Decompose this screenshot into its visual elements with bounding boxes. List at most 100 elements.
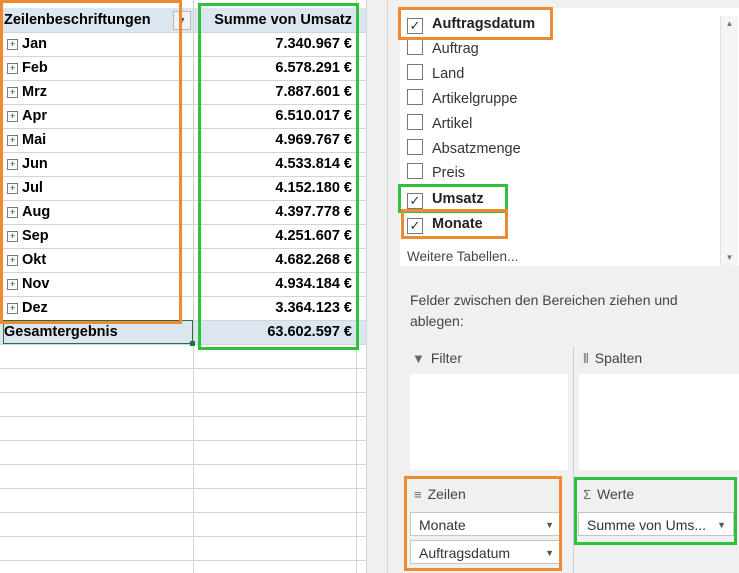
expand-plus-icon[interactable]: + (7, 87, 18, 98)
dropdown-arrow-icon: ▼ (177, 15, 187, 25)
field-item-label: Preis (432, 165, 466, 181)
rows-area-label: Zeilen (427, 486, 466, 502)
more-tables-link[interactable]: Weitere Tabellen... (407, 248, 518, 266)
filter-area-label: Filter (430, 350, 462, 366)
pivot-row-value[interactable]: 4.969.767 € (196, 128, 352, 152)
expand-plus-icon[interactable]: + (7, 135, 18, 146)
pivot-row-value[interactable]: 6.578.291 € (196, 56, 352, 80)
pivot-row-label[interactable]: + Jan (0, 32, 188, 56)
values-item-summe-umsatz[interactable]: Summe von Ums... ▼ (578, 512, 734, 536)
field-item-label: Land (432, 66, 465, 82)
checkbox-icon[interactable] (407, 139, 423, 155)
pivot-row-label[interactable]: + Nov (0, 272, 188, 296)
pivot-row-label[interactable]: + Okt (0, 248, 188, 272)
pivot-row-label[interactable]: + Jun (0, 152, 188, 176)
grid-row-line (0, 536, 366, 537)
rows-item-monate[interactable]: Monate ▼ (410, 512, 562, 536)
fill-handle[interactable] (190, 341, 195, 346)
pivot-row-label[interactable]: + Sep (0, 224, 188, 248)
pivot-row-label[interactable]: + Feb (0, 56, 188, 80)
pivot-row-value[interactable]: 4.533.814 € (196, 152, 352, 176)
expand-plus-icon[interactable]: + (7, 111, 18, 122)
row-labels-filter-button[interactable]: ▼ (173, 11, 191, 30)
checkbox-checked-icon[interactable]: ✓ (407, 193, 423, 209)
pivot-row-label[interactable]: + Mai (0, 128, 188, 152)
pivot-row-value[interactable]: 4.934.184 € (196, 272, 352, 296)
dropdown-arrow-icon[interactable]: ▼ (545, 513, 554, 535)
month-label: Jul (22, 180, 43, 196)
expand-plus-icon[interactable]: + (7, 303, 18, 314)
expand-plus-icon[interactable]: + (7, 255, 18, 266)
grand-total-value[interactable]: 63.602.597 € (196, 320, 352, 344)
field-item-artikel[interactable]: Artikel (407, 113, 472, 135)
pivot-row-value[interactable]: 4.397.778 € (196, 200, 352, 224)
month-label: Dez (22, 300, 48, 316)
pane-splitter[interactable] (366, 0, 388, 573)
expand-plus-icon[interactable]: + (7, 39, 18, 50)
pivot-row-label[interactable]: + Dez (0, 296, 188, 320)
pivot-row-label[interactable]: + Aug (0, 200, 188, 224)
drag-instruction: Felder zwischen den Bereichen ziehen und… (410, 292, 678, 329)
scroll-up-icon[interactable]: ▲ (721, 16, 738, 32)
field-item-absatzmenge[interactable]: Absatzmenge (407, 138, 521, 160)
field-list-scrollbar[interactable]: ▲ ▼ (720, 16, 738, 266)
rows-item-label: Monate (419, 517, 466, 533)
sigma-icon: Σ (583, 487, 592, 502)
pivot-row-value[interactable]: 3.364.123 € (196, 296, 352, 320)
columns-area-label: Spalten (594, 350, 643, 366)
pivot-row-label[interactable]: + Mrz (0, 80, 188, 104)
checkbox-checked-icon[interactable]: ✓ (407, 218, 423, 234)
pivot-row-value[interactable]: 4.682.268 € (196, 248, 352, 272)
values-header[interactable]: Summe von Umsatz (196, 8, 352, 32)
grid-row-line (0, 416, 366, 417)
checkbox-icon[interactable] (407, 64, 423, 80)
month-label: Aug (22, 204, 51, 220)
month-label: Mrz (22, 84, 47, 100)
field-item-auftrag[interactable]: Auftrag (407, 38, 479, 60)
month-label: Apr (22, 108, 47, 124)
dropdown-arrow-icon[interactable]: ▼ (717, 513, 726, 535)
month-label: Okt (22, 252, 47, 268)
field-item-artikelgruppe[interactable]: Artikelgruppe (407, 88, 517, 110)
pivot-row-value[interactable]: 6.510.017 € (196, 104, 352, 128)
row-labels-header[interactable]: Zeilenbeschriftungen (4, 8, 192, 32)
dropdown-arrow-icon[interactable]: ▼ (545, 541, 554, 563)
field-item-umsatz[interactable]: ✓ Umsatz (407, 188, 484, 210)
field-item-label: Umsatz (432, 191, 484, 207)
rows-icon: ≡ (414, 487, 422, 502)
checkbox-icon[interactable] (407, 89, 423, 105)
pivot-row-value[interactable]: 4.152.180 € (196, 176, 352, 200)
area-separator (573, 347, 574, 573)
expand-plus-icon[interactable]: + (7, 183, 18, 194)
field-item-preis[interactable]: Preis (407, 162, 465, 184)
checkbox-checked-icon[interactable]: ✓ (407, 18, 423, 34)
pivot-row-value[interactable]: 7.340.967 € (196, 32, 352, 56)
pivot-row-value[interactable]: 7.887.601 € (196, 80, 352, 104)
grid-row-line (0, 344, 366, 345)
expand-plus-icon[interactable]: + (7, 231, 18, 242)
pivot-row-label[interactable]: + Jul (0, 176, 188, 200)
expand-plus-icon[interactable]: + (7, 63, 18, 74)
rows-item-auftragsdatum[interactable]: Auftragsdatum ▼ (410, 540, 562, 564)
filter-drop-zone[interactable] (410, 374, 568, 470)
checkbox-icon[interactable] (407, 114, 423, 130)
values-area-title: Σ Werte (583, 484, 634, 504)
field-item-auftragsdatum[interactable]: ✓ Auftragsdatum (407, 13, 535, 35)
columns-drop-zone[interactable] (579, 374, 739, 470)
values-area-label: Werte (597, 486, 635, 502)
scroll-down-icon[interactable]: ▼ (721, 250, 738, 266)
expand-plus-icon[interactable]: + (7, 207, 18, 218)
pivot-row-value[interactable]: 4.251.607 € (196, 224, 352, 248)
expand-plus-icon[interactable]: + (7, 279, 18, 290)
field-item-monate[interactable]: ✓ Monate (407, 213, 483, 235)
expand-plus-icon[interactable]: + (7, 159, 18, 170)
columns-icon: ⦀ (583, 351, 589, 366)
pivot-row-label[interactable]: + Apr (0, 104, 188, 128)
field-item-label: Artikel (432, 116, 473, 132)
checkbox-icon[interactable] (407, 39, 423, 55)
selected-cell-border (3, 320, 193, 344)
field-item-label: Absatzmenge (432, 141, 521, 157)
checkbox-icon[interactable] (407, 163, 423, 179)
month-label: Jan (22, 36, 47, 52)
field-item-land[interactable]: Land (407, 63, 464, 85)
